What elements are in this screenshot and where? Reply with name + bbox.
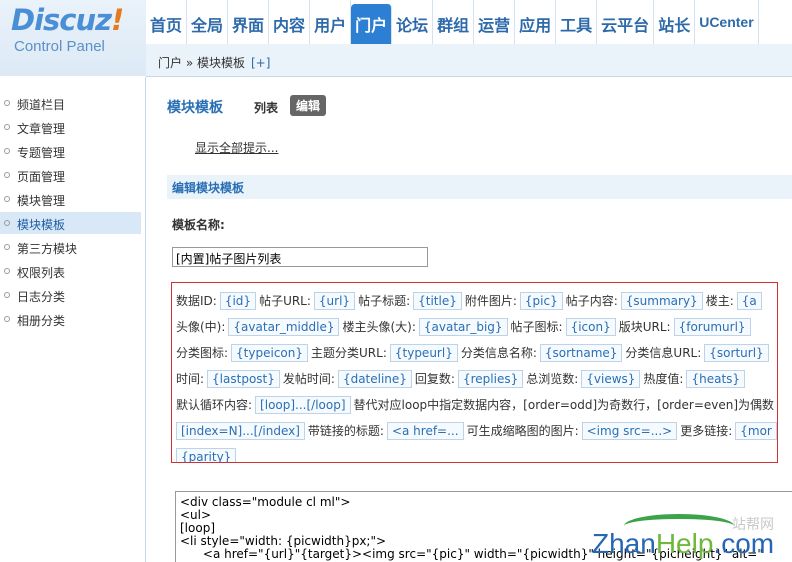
variable-tag[interactable]: {mor (735, 422, 777, 440)
variables-row: 数据ID: {id} 帖子URL: {url} 帖子标题: {title} 附件图片: {pi… (176, 292, 765, 310)
variable-tag[interactable]: {sorturl} (704, 344, 769, 362)
variable-tag[interactable]: [index=N]...[/index] (176, 422, 305, 440)
page-title: 模块模板 (167, 100, 223, 116)
variable-tag[interactable]: {id} (219, 292, 257, 310)
variables-row: 默认循环内容: [loop]...[/loop] 替代对应loop中指定数据内容，[… (176, 396, 775, 414)
template-code-editor[interactable]: <div class="module cl ml"> <ul> [loop] <… (175, 491, 792, 562)
logo-brand: Discuz! (11, 3, 124, 37)
sidebar-item-permissions[interactable]: 权限列表 (0, 260, 141, 282)
nav-operations[interactable]: 运营 (474, 0, 516, 44)
bullet-icon (4, 148, 10, 154)
variable-tag[interactable]: {sortname} (539, 344, 623, 362)
nav-global[interactable]: 全局 (187, 0, 229, 44)
sidebar-item-third-party[interactable]: 第三方模块 (0, 236, 141, 258)
nav-forum[interactable]: 论坛 (392, 0, 434, 44)
logo-subtitle: Control Panel (14, 38, 105, 55)
nav-tools[interactable]: 工具 (556, 0, 598, 44)
variable-tag[interactable]: {avatar_big} (418, 318, 508, 336)
bullet-icon (4, 268, 10, 274)
variable-tag[interactable]: {typeicon} (231, 344, 309, 362)
bullet-icon (4, 100, 10, 106)
header: Discuz! Control Panel 首页 全局 界面 内容 用户 门户 … (0, 0, 792, 76)
add-shortcut-link[interactable]: [+] (251, 56, 270, 70)
nav-webmaster[interactable]: 站长 (654, 0, 696, 44)
sidebar-item-channels[interactable]: 频道栏目 (0, 92, 141, 114)
sidebar-item-album-categories[interactable]: 相册分类 (0, 308, 141, 330)
section-header: 编辑模块模板 (167, 175, 792, 199)
nav-portal[interactable]: 门户 (351, 4, 393, 44)
variable-tag[interactable]: {a (736, 292, 762, 310)
variable-tag[interactable]: {heats} (686, 370, 746, 388)
variable-tag[interactable]: {icon} (565, 318, 616, 336)
variables-row: [index=N]...[/index] 带链接的标题: <a href=... 可生… (176, 422, 777, 440)
variable-tag[interactable]: {parity} (176, 448, 237, 462)
sidebar: 频道栏目 文章管理 专题管理 页面管理 模块管理 模块模板 第三方模块 权限列表… (0, 77, 146, 562)
top-navigation: 首页 全局 界面 内容 用户 门户 论坛 群组 运营 应用 工具 云平台 站长 … (146, 0, 759, 44)
nav-apps[interactable]: 应用 (515, 0, 557, 44)
breadcrumb: 门户 » 模块模板 [+] (158, 56, 271, 70)
nav-interface[interactable]: 界面 (228, 0, 270, 44)
variable-tag[interactable]: {typeurl} (389, 344, 458, 362)
variable-tag[interactable]: {pic} (519, 292, 563, 310)
bullet-icon (4, 292, 10, 298)
variable-tag[interactable]: <a href=... (386, 422, 464, 440)
variable-tag[interactable]: <img src=...> (581, 422, 678, 440)
discuz-logo[interactable]: Discuz! Control Panel (0, 0, 146, 76)
bullet-icon (4, 196, 10, 202)
variable-tag[interactable]: {replies} (457, 370, 524, 388)
template-name-input[interactable]: [内置]帖子图片列表 (172, 247, 428, 267)
nav-cloud[interactable]: 云平台 (597, 0, 655, 44)
bullet-icon (4, 220, 10, 226)
sidebar-item-articles[interactable]: 文章管理 (0, 116, 141, 138)
sidebar-item-topics[interactable]: 专题管理 (0, 140, 141, 162)
bullet-icon (4, 172, 10, 178)
variables-row: {parity} (176, 448, 239, 462)
variables-row: 头像(中): {avatar_middle} 楼主头像(大): {avatar_big… (176, 318, 754, 336)
template-variables-panel: 数据ID: {id} 帖子URL: {url} 帖子标题: {title} 附件图片: {pi… (171, 282, 778, 463)
nav-content[interactable]: 内容 (269, 0, 311, 44)
sidebar-item-modules[interactable]: 模块管理 (0, 188, 141, 210)
variable-tag[interactable]: {summary} (620, 292, 703, 310)
variable-tag[interactable]: {dateline} (337, 370, 412, 388)
sidebar-item-pages[interactable]: 页面管理 (0, 164, 141, 186)
nav-groups[interactable]: 群组 (433, 0, 475, 44)
main-content: 模块模板 列表 编辑 显示全部提示... 编辑模块模板 模板名称: [内置]帖子… (146, 78, 792, 562)
variables-row: 分类图标: {typeicon} 主题分类URL: {typeurl} 分类信息名称:{… (176, 344, 772, 362)
show-all-tips-link[interactable]: 显示全部提示... (195, 139, 278, 156)
variable-tag[interactable]: {title} (413, 292, 462, 310)
breadcrumb-bar: 门户 » 模块模板 [+] (146, 44, 792, 77)
template-name-label: 模板名称: (172, 218, 225, 232)
sidebar-item-module-templates[interactable]: 模块模板 (0, 212, 141, 234)
variable-tag[interactable]: {lastpost} (207, 370, 280, 388)
variable-tag[interactable]: {avatar_middle} (228, 318, 340, 336)
tab-list[interactable]: 列表 (254, 99, 278, 116)
variable-tag[interactable]: {url} (313, 292, 356, 310)
variable-tag[interactable]: [loop]...[/loop] (255, 396, 351, 414)
tab-edit[interactable]: 编辑 (290, 95, 327, 116)
nav-ucenter[interactable]: UCenter (695, 0, 759, 44)
bullet-icon (4, 124, 10, 130)
variable-tag[interactable]: {views} (581, 370, 641, 388)
bullet-icon (4, 316, 10, 322)
sidebar-item-log-categories[interactable]: 日志分类 (0, 284, 141, 306)
bullet-icon (4, 244, 10, 250)
nav-home[interactable]: 首页 (146, 0, 188, 44)
variable-tag[interactable]: {forumurl} (673, 318, 751, 336)
nav-users[interactable]: 用户 (310, 0, 352, 44)
variables-row: 时间: {lastpost} 发帖时间: {dateline} 回复数: {replies… (176, 370, 748, 388)
